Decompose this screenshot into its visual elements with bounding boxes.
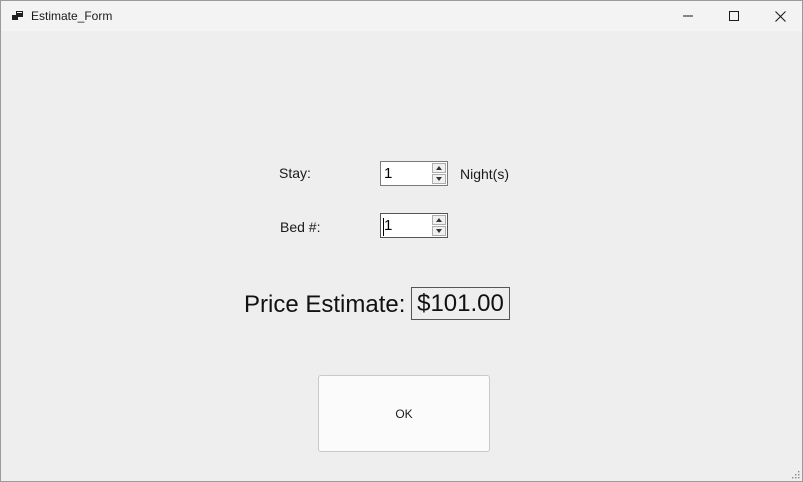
stay-spinner <box>432 163 446 184</box>
chevron-up-icon <box>436 166 442 170</box>
bed-numeric-input[interactable]: 1 <box>380 213 448 238</box>
text-caret <box>383 218 384 236</box>
window-title: Estimate_Form <box>31 9 113 23</box>
stay-unit-label: Night(s) <box>460 166 510 182</box>
minimize-icon <box>683 15 693 17</box>
bed-spinner <box>432 215 446 236</box>
price-estimate-label: Price Estimate: <box>244 291 406 318</box>
price-estimate-value: $101.00 <box>411 287 510 320</box>
stay-decrement-button[interactable] <box>432 174 446 184</box>
stay-numeric-input[interactable]: 1 <box>380 161 448 186</box>
stay-label: Stay: <box>279 165 311 181</box>
bed-increment-button[interactable] <box>432 215 446 225</box>
bed-label: Bed #: <box>280 219 321 235</box>
stay-increment-button[interactable] <box>432 163 446 173</box>
resize-grip-icon[interactable] <box>790 469 800 479</box>
chevron-down-icon <box>436 229 442 233</box>
app-form-icon <box>12 11 23 20</box>
estimate-form-window: Estimate_Form Stay: 1 Night(s) Bed #: 1 … <box>0 0 803 482</box>
minimize-button[interactable] <box>665 1 711 31</box>
ok-button[interactable]: OK <box>318 375 490 452</box>
chevron-up-icon <box>436 218 442 222</box>
ok-button-label: OK <box>395 406 413 421</box>
title-bar[interactable]: Estimate_Form <box>1 1 802 31</box>
close-button[interactable] <box>757 1 802 31</box>
close-icon <box>774 10 786 22</box>
chevron-down-icon <box>436 177 442 181</box>
bed-value[interactable]: 1 <box>384 217 392 234</box>
bed-decrement-button[interactable] <box>432 226 446 236</box>
maximize-button[interactable] <box>711 1 757 31</box>
form-client-area: Stay: 1 Night(s) Bed #: 1 Price Estimate… <box>1 31 802 481</box>
maximize-icon <box>729 11 739 21</box>
stay-value[interactable]: 1 <box>384 165 392 182</box>
